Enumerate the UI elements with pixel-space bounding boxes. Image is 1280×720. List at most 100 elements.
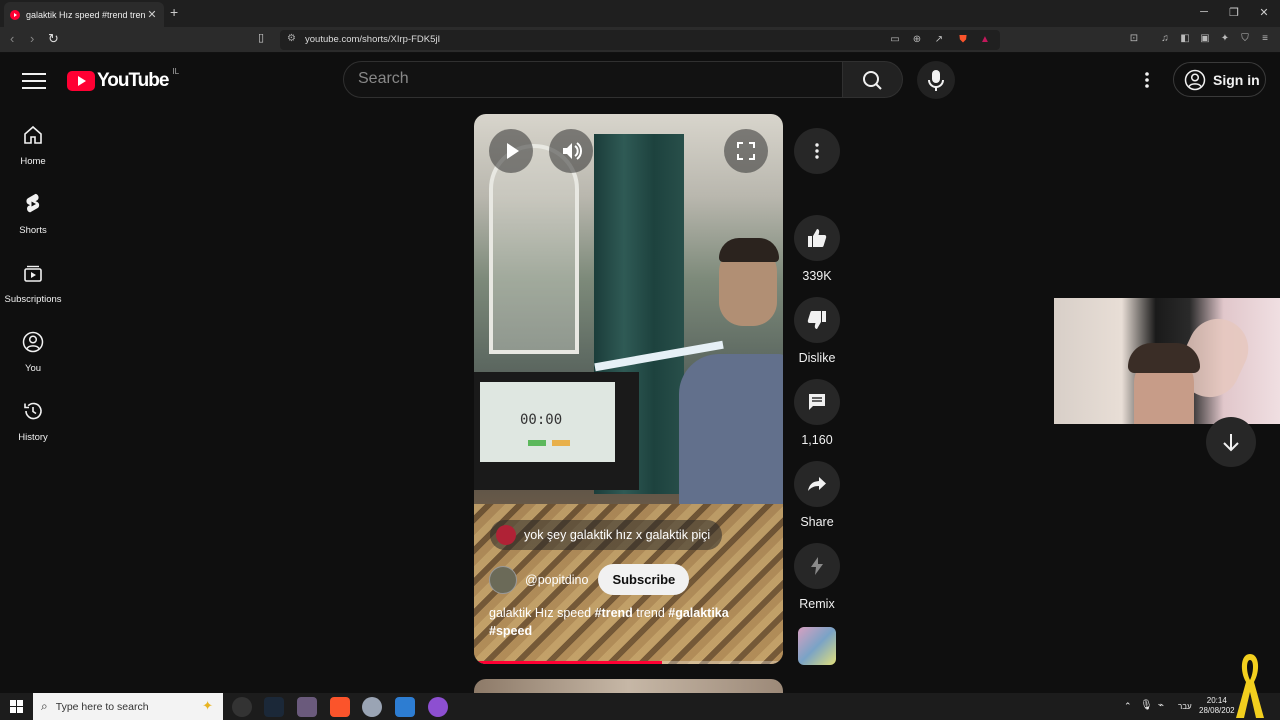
next-video-button[interactable] (1206, 417, 1256, 467)
search-icon (863, 71, 882, 90)
video-scene-laptop: 00:00 (474, 372, 639, 490)
dislike-button[interactable]: Dislike (794, 297, 840, 367)
site-info-icon[interactable]: ⚙ (287, 33, 296, 44)
bookmark-icon[interactable]: ▯ (258, 31, 264, 44)
guide-menu-icon[interactable] (22, 70, 46, 90)
like-button[interactable]: 339K (794, 215, 840, 285)
tab-title: galaktik Hız speed #trend trend (26, 9, 146, 20)
windows-start-icon[interactable] (10, 700, 23, 713)
new-tab-button[interactable]: + (170, 4, 178, 20)
comment-count: 1,160 (801, 433, 833, 447)
fullscreen-button[interactable] (724, 129, 768, 173)
music-chip[interactable]: yok şey galaktik hız x galaktik piçi (490, 520, 723, 550)
app-c-icon[interactable] (395, 697, 415, 717)
zoom-icon[interactable]: ⊕ (910, 33, 924, 47)
yellow-ribbon-icon (1236, 654, 1264, 718)
youtube-favicon-icon (10, 9, 20, 20)
fullscreen-icon (737, 142, 755, 160)
taskbar-search[interactable]: ⌕ Type here to search ✦ (33, 693, 223, 720)
discord-icon[interactable] (428, 697, 448, 717)
sign-in-button[interactable]: Sign in (1173, 62, 1266, 97)
tray-language[interactable]: עבר (1178, 702, 1192, 711)
vpn-icon[interactable]: ⛉ (1238, 32, 1252, 46)
app-shield-icon[interactable] (362, 697, 382, 717)
sidebar-item-label: Home (20, 156, 46, 167)
timer-display: 00:00 (520, 412, 563, 428)
search-input[interactable] (358, 70, 818, 88)
hashtag-link[interactable]: #trend (595, 606, 633, 620)
remix-button[interactable]: Remix (794, 543, 840, 613)
remix-icon (811, 557, 823, 575)
minimize-icon[interactable]: ─ (1196, 6, 1212, 18)
share-button[interactable]: Share (794, 461, 840, 531)
thumbs-down-icon (807, 311, 826, 329)
sidebar-item-label: You (24, 363, 42, 374)
brave-shield-icon[interactable]: ⛊ (956, 33, 970, 47)
media-icon[interactable]: ♫ (1158, 32, 1172, 46)
taskbar-search-placeholder: Type here to search (55, 700, 149, 713)
comments-button[interactable]: 1,160 (794, 379, 840, 449)
account-circle-icon (1184, 69, 1206, 90)
hashtag-link[interactable]: #speed (489, 624, 532, 638)
account-icon (22, 331, 44, 353)
remix-label: Remix (799, 597, 835, 611)
share-icon (808, 477, 826, 491)
forward-icon[interactable]: › (30, 31, 34, 46)
voice-search-button[interactable] (917, 61, 955, 99)
leo-ai-icon[interactable]: ✦ (1218, 32, 1232, 46)
play-icon (507, 143, 519, 159)
volume-button[interactable] (549, 129, 593, 173)
settings-more-icon[interactable] (1138, 70, 1156, 90)
tray-network-icon[interactable]: ⌁ (1158, 700, 1164, 711)
play-button[interactable] (489, 129, 533, 173)
tray-clock[interactable]: 20:14 28/08/202 (1199, 696, 1235, 716)
wallet-icon[interactable]: ▣ (1198, 32, 1212, 46)
sound-thumbnail[interactable] (798, 627, 836, 665)
channel-avatar[interactable] (489, 565, 517, 594)
sidebar-item-home[interactable]: Home (0, 124, 66, 169)
next-short-preview[interactable] (474, 679, 783, 693)
cast-icon[interactable]: ▭ (888, 33, 902, 47)
subscribe-button[interactable]: Subscribe (598, 564, 690, 595)
steam-icon[interactable] (264, 697, 284, 717)
search-button[interactable] (843, 61, 903, 98)
app-icon[interactable] (297, 697, 317, 717)
sidebar-item-label: Shorts (19, 225, 47, 236)
brave-browser-icon[interactable] (330, 697, 350, 717)
video-progress-bar[interactable] (474, 661, 783, 664)
subscriptions-icon (24, 265, 42, 282)
volume-icon (563, 142, 582, 160)
window-close-icon[interactable]: ✕ (1256, 6, 1272, 19)
webcam-overlay (1054, 298, 1280, 424)
video-scene-window (489, 144, 579, 354)
browser-tab[interactable]: galaktik Hız speed #trend trend ✕ (4, 2, 164, 27)
brave-rewards-icon[interactable]: ▲ (978, 33, 992, 47)
search-box[interactable] (343, 61, 843, 98)
thumbs-up-icon (808, 229, 827, 247)
hashtag-link[interactable]: #galaktika (668, 606, 728, 620)
browser-menu-icon[interactable]: ≡ (1258, 32, 1272, 46)
url-bar[interactable]: ⚙ youtube.com/shorts/XIrp-FDK5jI ▭ ⊕ ↗ ⛊… (280, 30, 1000, 50)
tray-chevron-icon[interactable]: ⌃ (1124, 701, 1132, 712)
tray-mic-icon[interactable]: 🎙 (1140, 700, 1153, 711)
music-title: yok şey galaktik hız x galaktik piçi (524, 528, 711, 542)
reload-icon[interactable]: ↻ (48, 31, 59, 47)
screenshot-icon[interactable]: ⊡ (1127, 32, 1141, 46)
sidebar-item-subscriptions[interactable]: Subscriptions (0, 262, 66, 307)
tab-close-icon[interactable]: ✕ (146, 8, 158, 21)
sidebar-toggle-icon[interactable]: ◧ (1178, 32, 1192, 46)
home-icon (24, 125, 42, 144)
sidebar-item-you[interactable]: You (0, 331, 66, 376)
obs-icon[interactable] (232, 697, 252, 717)
back-icon[interactable]: ‹ (10, 31, 14, 46)
shorts-video-player[interactable]: 00:00 yok şey galaktik hız x galaktik pi… (474, 114, 783, 664)
sidebar-item-history[interactable]: History (0, 400, 66, 445)
channel-name[interactable]: @popitdino (525, 573, 588, 587)
share-page-icon[interactable]: ↗ (932, 33, 946, 47)
like-count: 339K (802, 269, 832, 283)
more-actions-button[interactable] (794, 128, 840, 180)
sidebar-item-shorts[interactable]: Shorts (0, 193, 66, 238)
restore-icon[interactable]: ❐ (1226, 6, 1242, 19)
url-text: youtube.com/shorts/XIrp-FDK5jI (305, 34, 441, 45)
youtube-logo[interactable]: YouTube IL (67, 67, 179, 92)
